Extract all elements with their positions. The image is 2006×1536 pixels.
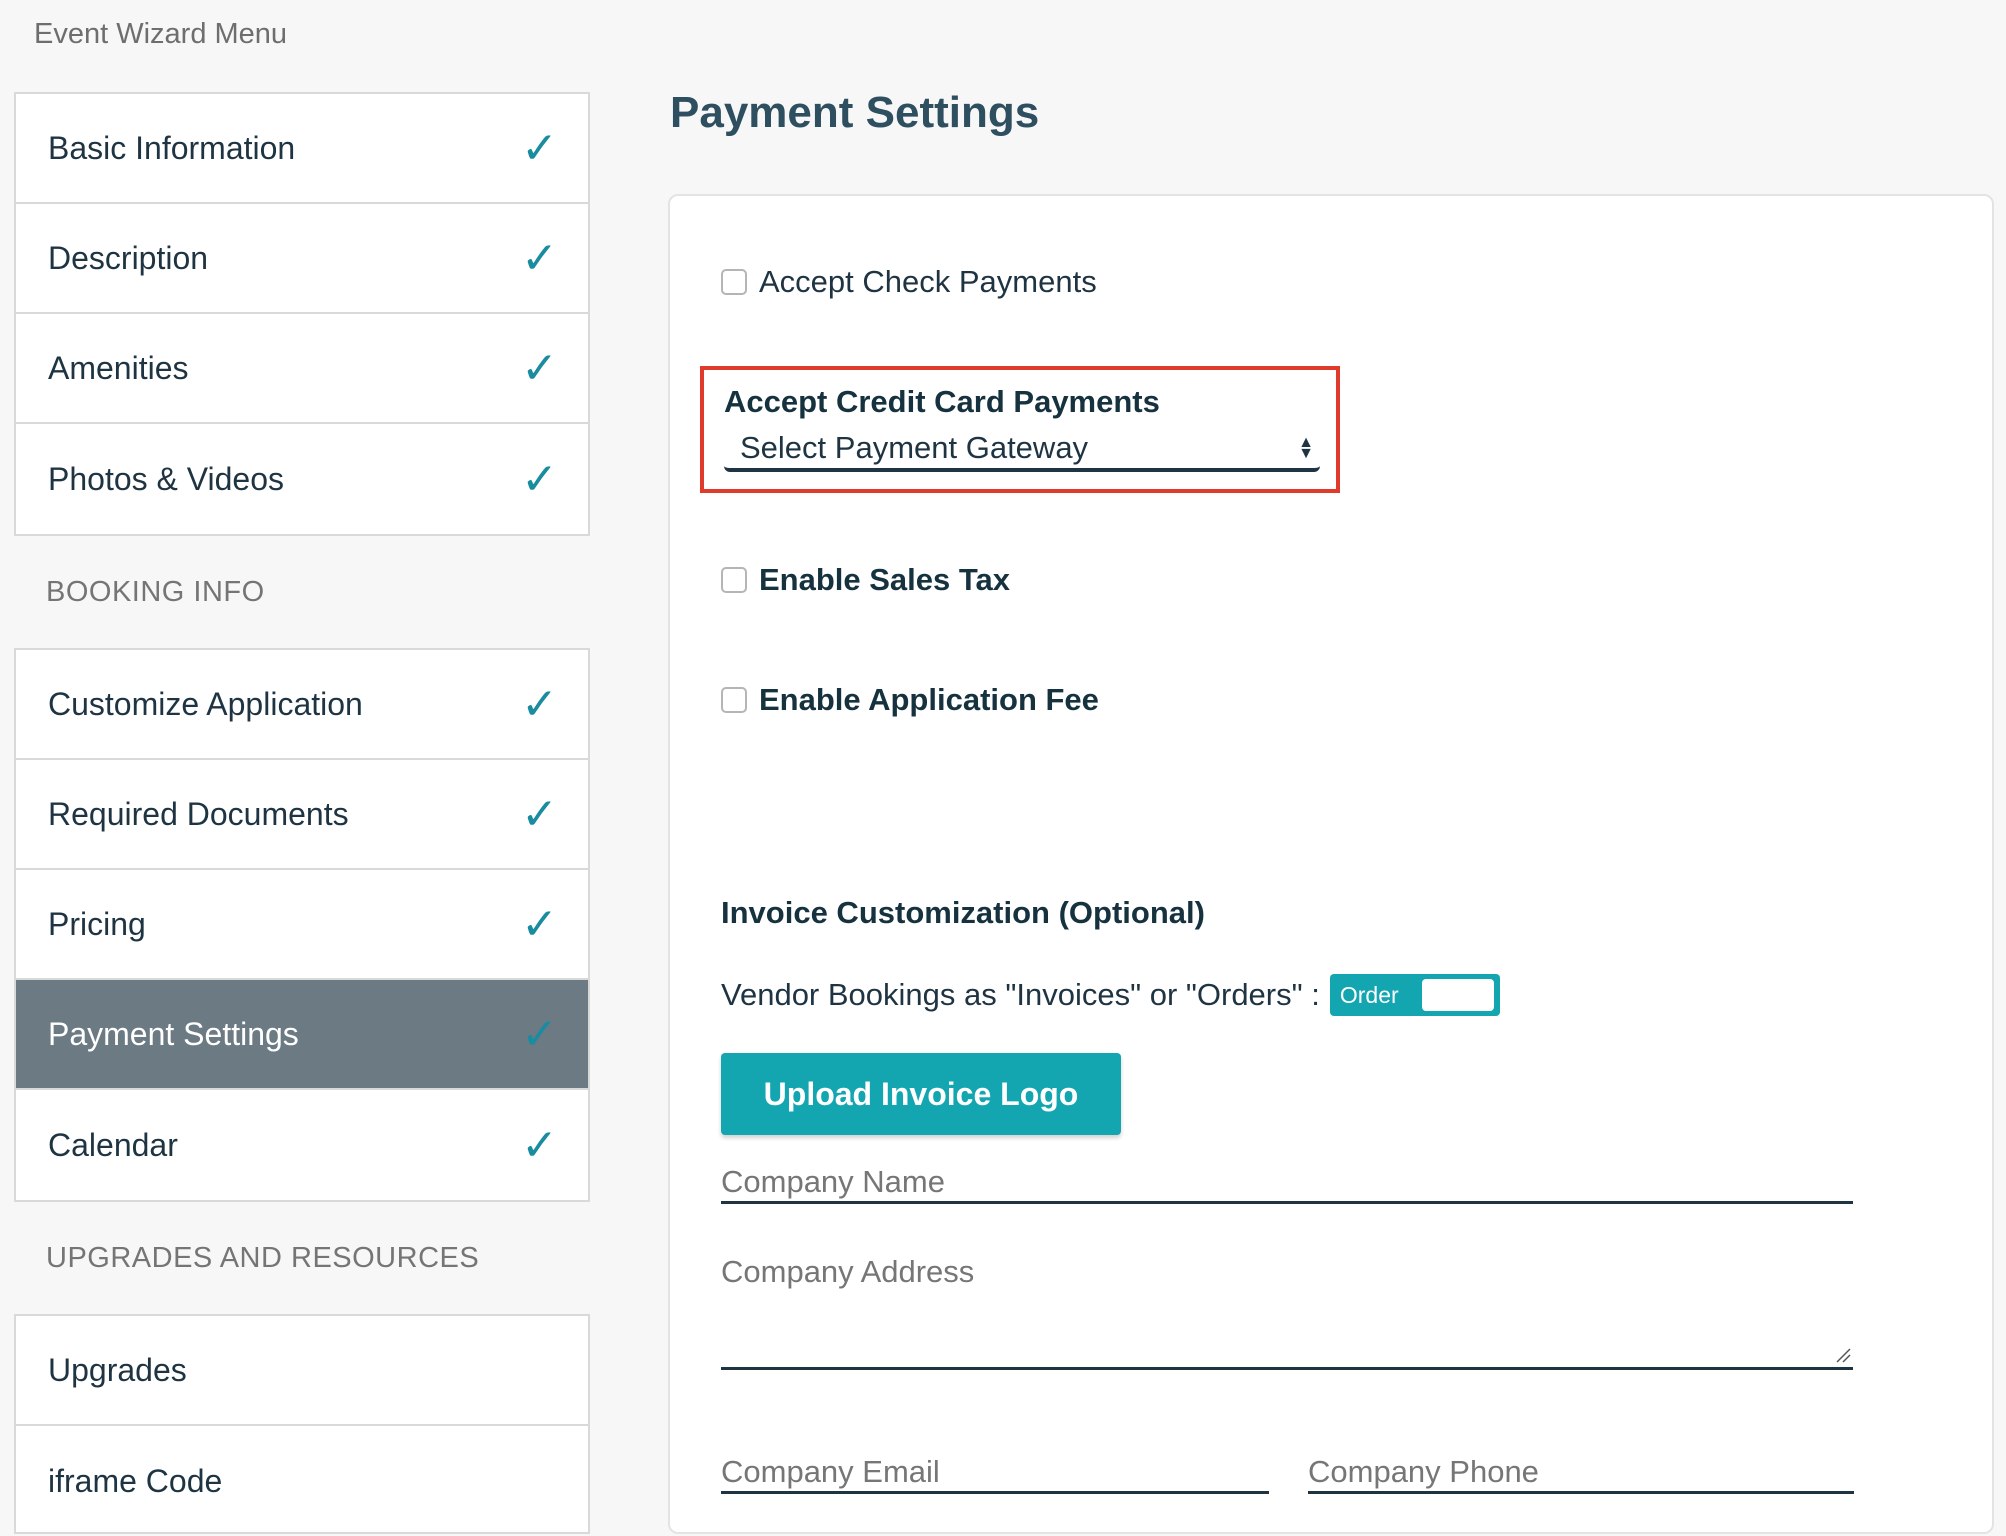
checkmark-icon: ✓ — [521, 122, 558, 174]
credit-card-title: Accept Credit Card Payments — [724, 384, 1160, 419]
payment-gateway-select[interactable]: Select Payment Gateway ▲ ▼ — [724, 428, 1320, 472]
enable-sales-tax-label: Enable Sales Tax — [759, 562, 1010, 597]
checkmark-icon: ✓ — [521, 1119, 558, 1171]
sidebar-item-customize-application[interactable]: Customize Application ✓ — [16, 650, 588, 760]
checkmark-icon: ✓ — [521, 342, 558, 394]
accept-check-payments-checkbox[interactable] — [721, 269, 747, 295]
credit-card-highlight-box: Accept Credit Card Payments Select Payme… — [700, 366, 1340, 493]
sidebar-item-label: iframe Code — [48, 1462, 223, 1499]
company-phone-field[interactable]: Company Phone — [1308, 1452, 1854, 1494]
sidebar-item-photos-videos[interactable]: Photos & Videos ✓ — [16, 424, 588, 534]
wizard-group-booking: Customize Application ✓ Required Documen… — [14, 648, 590, 1202]
enable-sales-tax-row: Enable Sales Tax — [721, 562, 1010, 598]
company-address-field[interactable]: Company Address — [721, 1250, 1853, 1370]
resize-grip-icon[interactable] — [1835, 1347, 1851, 1363]
sidebar-item-label: Payment Settings — [48, 1015, 299, 1052]
accept-check-payments-label: Accept Check Payments — [759, 264, 1097, 299]
sidebar-item-label: Calendar — [48, 1126, 178, 1163]
sidebar-item-label: Photos & Videos — [48, 460, 285, 497]
sidebar-item-upgrades[interactable]: Upgrades — [16, 1316, 588, 1426]
company-name-field[interactable]: Company Name — [721, 1162, 1853, 1204]
section-label-booking-info: BOOKING INFO — [46, 576, 265, 608]
sidebar-item-pricing[interactable]: Pricing ✓ — [16, 870, 588, 980]
company-email-field[interactable]: Company Email — [721, 1452, 1269, 1494]
company-address-label: Company Address — [721, 1254, 975, 1289]
checkmark-icon: ✓ — [521, 898, 558, 950]
sidebar-item-description[interactable]: Description ✓ — [16, 204, 588, 314]
sidebar-item-label: Upgrades — [48, 1351, 187, 1388]
wizard-group-basics: Basic Information ✓ Description ✓ Amenit… — [14, 92, 590, 536]
payment-gateway-select-value: Select Payment Gateway — [740, 430, 1089, 465]
company-name-label: Company Name — [721, 1164, 945, 1199]
sidebar-item-label: Customize Application — [48, 685, 363, 722]
toggle-knob — [1421, 979, 1494, 1011]
enable-application-fee-checkbox[interactable] — [721, 687, 747, 713]
toggle-label: Order — [1339, 981, 1399, 1008]
upload-invoice-logo-button[interactable]: Upload Invoice Logo — [721, 1053, 1121, 1135]
checkmark-icon: ✓ — [521, 1008, 558, 1060]
event-wizard-menu-title: Event Wizard Menu — [34, 18, 288, 50]
section-label-upgrades-resources: UPGRADES AND RESOURCES — [46, 1242, 480, 1274]
sidebar-item-label: Pricing — [48, 905, 146, 942]
sidebar-item-label: Required Documents — [48, 795, 349, 832]
sidebar-item-required-documents[interactable]: Required Documents ✓ — [16, 760, 588, 870]
sidebar-item-label: Amenities — [48, 349, 189, 386]
checkmark-icon: ✓ — [521, 453, 558, 505]
company-email-label: Company Email — [721, 1454, 940, 1489]
company-phone-label: Company Phone — [1308, 1454, 1539, 1489]
invoice-customization-title: Invoice Customization (Optional) — [721, 895, 1205, 930]
wizard-group-upgrades: Upgrades iframe Code — [14, 1314, 590, 1534]
checkmark-icon: ✓ — [521, 678, 558, 730]
sidebar-item-iframe-code[interactable]: iframe Code — [16, 1426, 588, 1536]
enable-application-fee-label: Enable Application Fee — [759, 682, 1099, 717]
vendor-bookings-label: Vendor Bookings as "Invoices" or "Orders… — [721, 977, 1320, 1012]
sidebar-item-basic-information[interactable]: Basic Information ✓ — [16, 94, 588, 204]
checkmark-icon: ✓ — [521, 232, 558, 284]
invoice-order-toggle[interactable]: Order — [1329, 974, 1500, 1016]
sidebar-item-payment-settings[interactable]: Payment Settings ✓ — [16, 980, 588, 1090]
enable-application-fee-row: Enable Application Fee — [721, 682, 1099, 718]
accept-check-payments-row: Accept Check Payments — [721, 264, 1097, 300]
sidebar-item-label: Basic Information — [48, 129, 296, 166]
sidebar-item-amenities[interactable]: Amenities ✓ — [16, 314, 588, 424]
enable-sales-tax-checkbox[interactable] — [721, 567, 747, 593]
sidebar-item-calendar[interactable]: Calendar ✓ — [16, 1090, 588, 1200]
select-arrows-icon: ▲ ▼ — [1298, 434, 1314, 462]
page-title: Payment Settings — [670, 88, 1040, 137]
vendor-bookings-row: Vendor Bookings as "Invoices" or "Orders… — [721, 974, 1500, 1016]
sidebar-item-label: Description — [48, 239, 209, 276]
checkmark-icon: ✓ — [521, 788, 558, 840]
